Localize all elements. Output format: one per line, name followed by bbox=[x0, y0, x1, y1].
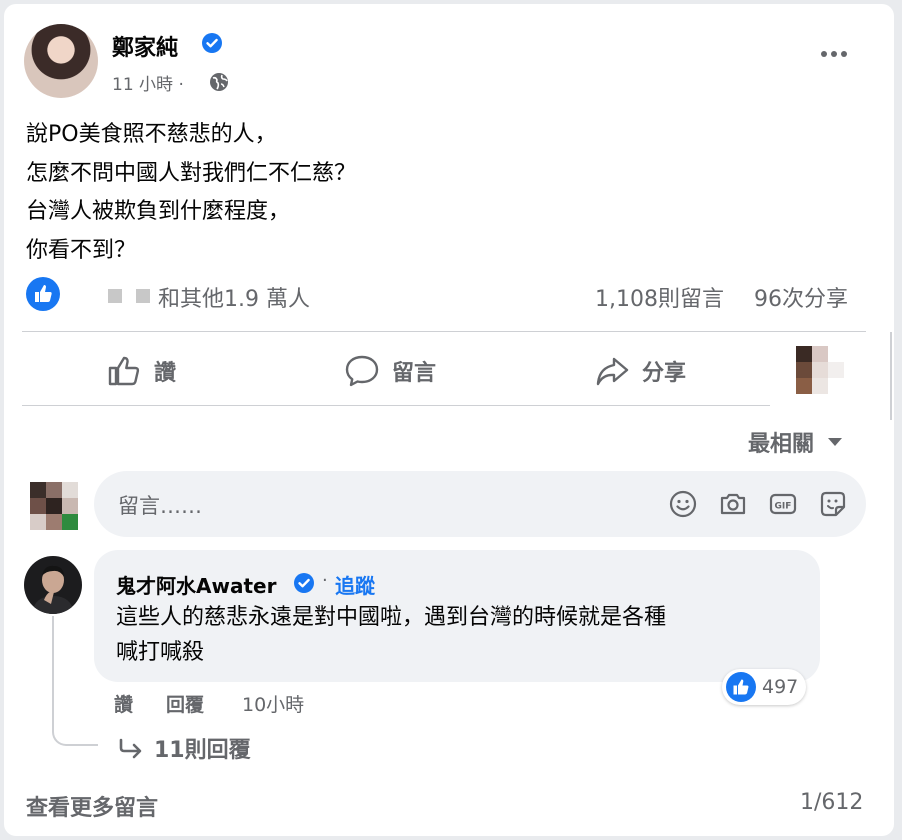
chevron-down-icon bbox=[828, 438, 843, 446]
divider bbox=[22, 331, 866, 332]
like-reaction-icon[interactable] bbox=[26, 277, 60, 311]
comment-text: 這些人的慈悲永遠是對中國啦，遇到台灣的時候就是各種 喊打喊殺 bbox=[116, 600, 666, 670]
post-line: 說PO美食照不慈悲的人， bbox=[26, 122, 277, 147]
comment-like-button[interactable]: 讚 bbox=[114, 690, 133, 717]
verified-badge-icon bbox=[294, 573, 314, 593]
comment-button[interactable]: 留言 bbox=[344, 349, 436, 393]
view-more-comments-link[interactable]: 查看更多留言 bbox=[26, 790, 158, 822]
comment-label: 留言 bbox=[392, 361, 437, 386]
sort-label: 最相關 bbox=[748, 432, 815, 457]
globe-icon bbox=[210, 73, 228, 91]
post-line: 怎麼不問中國人對我們仁不仁慈？ bbox=[26, 160, 357, 186]
comment-line: 這些人的慈悲永遠是對中國啦，遇到台灣的時候就是各種 bbox=[116, 605, 667, 630]
divider bbox=[22, 405, 770, 406]
comments-count[interactable]: 1,108則留言 bbox=[595, 281, 724, 313]
share-button[interactable]: 分享 bbox=[594, 349, 686, 393]
verified-badge-icon bbox=[202, 33, 222, 53]
post-time[interactable]: 11 小時 bbox=[112, 75, 173, 95]
like-icon bbox=[108, 356, 140, 386]
sort-dropdown[interactable]: 最相關 bbox=[748, 426, 844, 458]
post-body: 說PO美食照不慈悲的人， 怎麼不問中國人對我們仁不仁慈？ 台灣人被欺負到什麼程度… bbox=[26, 116, 356, 270]
post-line: 你看不到？ bbox=[26, 237, 137, 263]
gif-icon[interactable]: GIF bbox=[768, 489, 798, 519]
camera-icon[interactable] bbox=[718, 489, 748, 519]
scrollbar[interactable] bbox=[890, 332, 892, 420]
comment-reaction-count[interactable]: 497 bbox=[722, 669, 807, 705]
commenter-name[interactable]: 鬼才阿水Awater bbox=[116, 570, 276, 599]
comment-icon bbox=[345, 355, 379, 387]
view-replies-link[interactable]: 11則回覆 bbox=[118, 732, 251, 764]
commenter-avatar[interactable] bbox=[24, 556, 82, 614]
comment-reply-button[interactable]: 回覆 bbox=[166, 690, 204, 717]
shares-count[interactable]: 96次分享 bbox=[754, 281, 848, 313]
comments-pagination: 1/612 bbox=[800, 790, 864, 815]
comment-time[interactable]: 10小時 bbox=[242, 690, 304, 717]
author-name[interactable]: 鄭家純 bbox=[112, 30, 178, 62]
reply-arrow-icon bbox=[119, 738, 142, 759]
reaction-number: 497 bbox=[762, 676, 799, 698]
name-dot: · bbox=[322, 570, 328, 591]
share-icon bbox=[596, 357, 629, 386]
comment-composer[interactable]: 留言…… GIF bbox=[94, 471, 866, 537]
meta-dot: · bbox=[178, 75, 184, 95]
follow-link[interactable]: 追蹤 bbox=[335, 570, 375, 599]
svg-text:GIF: GIF bbox=[775, 502, 792, 512]
like-button[interactable]: 讚 bbox=[106, 349, 176, 393]
emoji-icon[interactable] bbox=[668, 489, 698, 519]
more-icon[interactable] bbox=[816, 44, 852, 64]
post-meta: 11 小時 · bbox=[112, 70, 184, 95]
reactor-names-redacted bbox=[108, 288, 164, 307]
like-reaction-icon bbox=[726, 672, 756, 702]
user-avatar-pixelated[interactable] bbox=[30, 482, 78, 530]
author-avatar[interactable] bbox=[24, 24, 98, 98]
share-label: 分享 bbox=[642, 361, 687, 386]
replies-label: 11則回覆 bbox=[154, 738, 251, 763]
comment-bubble: 鬼才阿水Awater · 追蹤 這些人的慈悲永遠是對中國啦，遇到台灣的時候就是各… bbox=[94, 550, 820, 682]
sticker-icon[interactable] bbox=[818, 489, 848, 519]
post-card: 鄭家純 11 小時 · 說PO美食照不慈悲的人， 怎麼不問中國人對我們仁不仁慈？… bbox=[4, 4, 894, 836]
page-avatar-pixelated[interactable] bbox=[796, 346, 844, 394]
composer-placeholder: 留言…… bbox=[118, 494, 202, 518]
comment-line: 喊打喊殺 bbox=[116, 640, 205, 665]
post-line: 台灣人被欺負到什麼程度， bbox=[26, 199, 291, 224]
like-label: 讚 bbox=[154, 361, 177, 386]
thread-line bbox=[52, 616, 98, 746]
reactions-count[interactable]: 和其他1.9 萬人 bbox=[158, 281, 310, 313]
